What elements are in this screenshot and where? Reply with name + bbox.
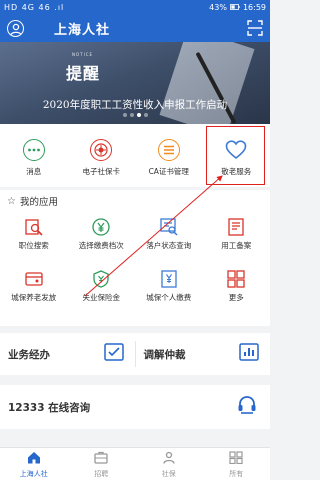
app-employment-record[interactable]: 用工备案 [203, 212, 271, 264]
carrier-info: HD 4G 46 .ıl [4, 2, 65, 12]
app-payment-level[interactable]: 选择缴费档次 [68, 212, 136, 264]
battery-percent: 43% [209, 2, 227, 12]
consult-label: 12333 在线咨询 [8, 401, 91, 414]
bottom-nav: 上海人社 招聘 社保 所有 [0, 447, 270, 480]
recruit-icon [94, 449, 108, 468]
pension-icon [23, 268, 45, 290]
nav-label: 上海人社 [19, 470, 48, 478]
app-label: 更多 [228, 293, 244, 302]
app-label: 选择缴费档次 [78, 241, 124, 250]
app-unemployment-insurance[interactable]: 失业保险金 [68, 264, 136, 322]
nav-home[interactable]: 上海人社 [0, 448, 68, 480]
highlight-box [206, 126, 265, 185]
all-icon [229, 449, 243, 468]
headset-icon [236, 395, 258, 419]
bar-chart-icon [238, 342, 260, 366]
carousel-dot[interactable] [122, 113, 127, 117]
battery-icon [230, 3, 240, 12]
message-icon [22, 139, 45, 161]
checklist-icon [103, 342, 125, 366]
app-residence-query[interactable]: 落户状态查询 [135, 212, 203, 264]
nav-social-security[interactable]: 社保 [135, 448, 203, 480]
carousel-dot-active[interactable] [136, 113, 141, 117]
online-consult[interactable]: 12333 在线咨询 [0, 385, 270, 429]
quick-ca-certificate[interactable]: CA证书管理 [135, 124, 203, 187]
banner-notice-label: NOTICE [72, 52, 94, 57]
app-job-search[interactable]: 职位搜索 [0, 212, 68, 264]
app-bar: 上海人社 [0, 14, 270, 42]
nav-label: 招聘 [94, 470, 109, 478]
service-label: 调解仲裁 [143, 348, 186, 361]
app-more[interactable]: 更多 [203, 264, 271, 322]
app-title: 上海人社 [54, 22, 111, 38]
app-label: 落户状态查询 [146, 241, 192, 250]
my-apps-panel: ☆ 我的应用 职位搜索 选择缴费档次 落户状态查询 用工备案 城保养老发放 失业… [0, 190, 270, 326]
scan-icon[interactable] [247, 20, 263, 36]
status-bar: HD 4G 46 .ıl 43% 16:59 [0, 0, 270, 14]
nav-all[interactable]: 所有 [203, 448, 271, 480]
banner-carousel[interactable]: NOTICE 提醒 2020年度职工工资性收入申报工作启动 [0, 42, 270, 124]
social-security-icon [162, 449, 176, 468]
service-label: 业务经办 [8, 348, 50, 361]
app-label: 用工备案 [221, 241, 252, 250]
my-apps-header: ☆ 我的应用 [0, 190, 270, 212]
app-pension[interactable]: 城保养老发放 [0, 264, 68, 322]
quick-social-card[interactable]: 电子社保卡 [68, 124, 136, 187]
quick-label: CA证书管理 [148, 167, 189, 176]
app-personal-payment[interactable]: 城保个人缴费 [135, 264, 203, 322]
certificate-icon [157, 139, 180, 161]
banner-notice-title: 提醒 [66, 64, 101, 83]
nav-label: 社保 [161, 470, 176, 478]
quick-label: 消息 [26, 167, 42, 176]
quick-label: 电子社保卡 [82, 167, 121, 176]
my-apps-grid: 职位搜索 选择缴费档次 落户状态查询 用工备案 城保养老发放 失业保险金 城保个… [0, 212, 270, 322]
services-row: 业务经办 调解仲裁 [0, 333, 270, 375]
app-label: 职位搜索 [18, 241, 49, 250]
unemployment-insurance-icon [90, 268, 112, 290]
my-apps-title: 我的应用 [19, 197, 58, 208]
app-label: 城保养老发放 [11, 293, 57, 302]
carousel-dots [0, 113, 270, 117]
employment-record-icon [225, 216, 247, 238]
app-label: 城保个人缴费 [146, 293, 192, 302]
quick-message[interactable]: 消息 [0, 124, 68, 187]
nav-recruit[interactable]: 招聘 [68, 448, 136, 480]
more-icon [225, 268, 247, 290]
carousel-dot[interactable] [143, 113, 148, 117]
home-icon [27, 449, 41, 468]
nav-label: 所有 [229, 470, 244, 478]
service-mediation[interactable]: 调解仲裁 [136, 333, 271, 375]
social-card-icon [90, 139, 113, 161]
avatar-icon[interactable] [7, 19, 24, 37]
clock: 16:59 [242, 2, 266, 12]
star-icon: ☆ [7, 195, 16, 207]
service-business[interactable]: 业务经办 [0, 333, 135, 375]
job-search-icon [23, 216, 45, 238]
personal-payment-icon [158, 268, 180, 290]
carousel-dot[interactable] [129, 113, 134, 117]
payment-level-icon [90, 216, 112, 238]
app-label: 失业保险金 [82, 293, 121, 302]
residence-query-icon [158, 216, 180, 238]
banner-text: 2020年度职工工资性收入申报工作启动 [42, 99, 228, 111]
